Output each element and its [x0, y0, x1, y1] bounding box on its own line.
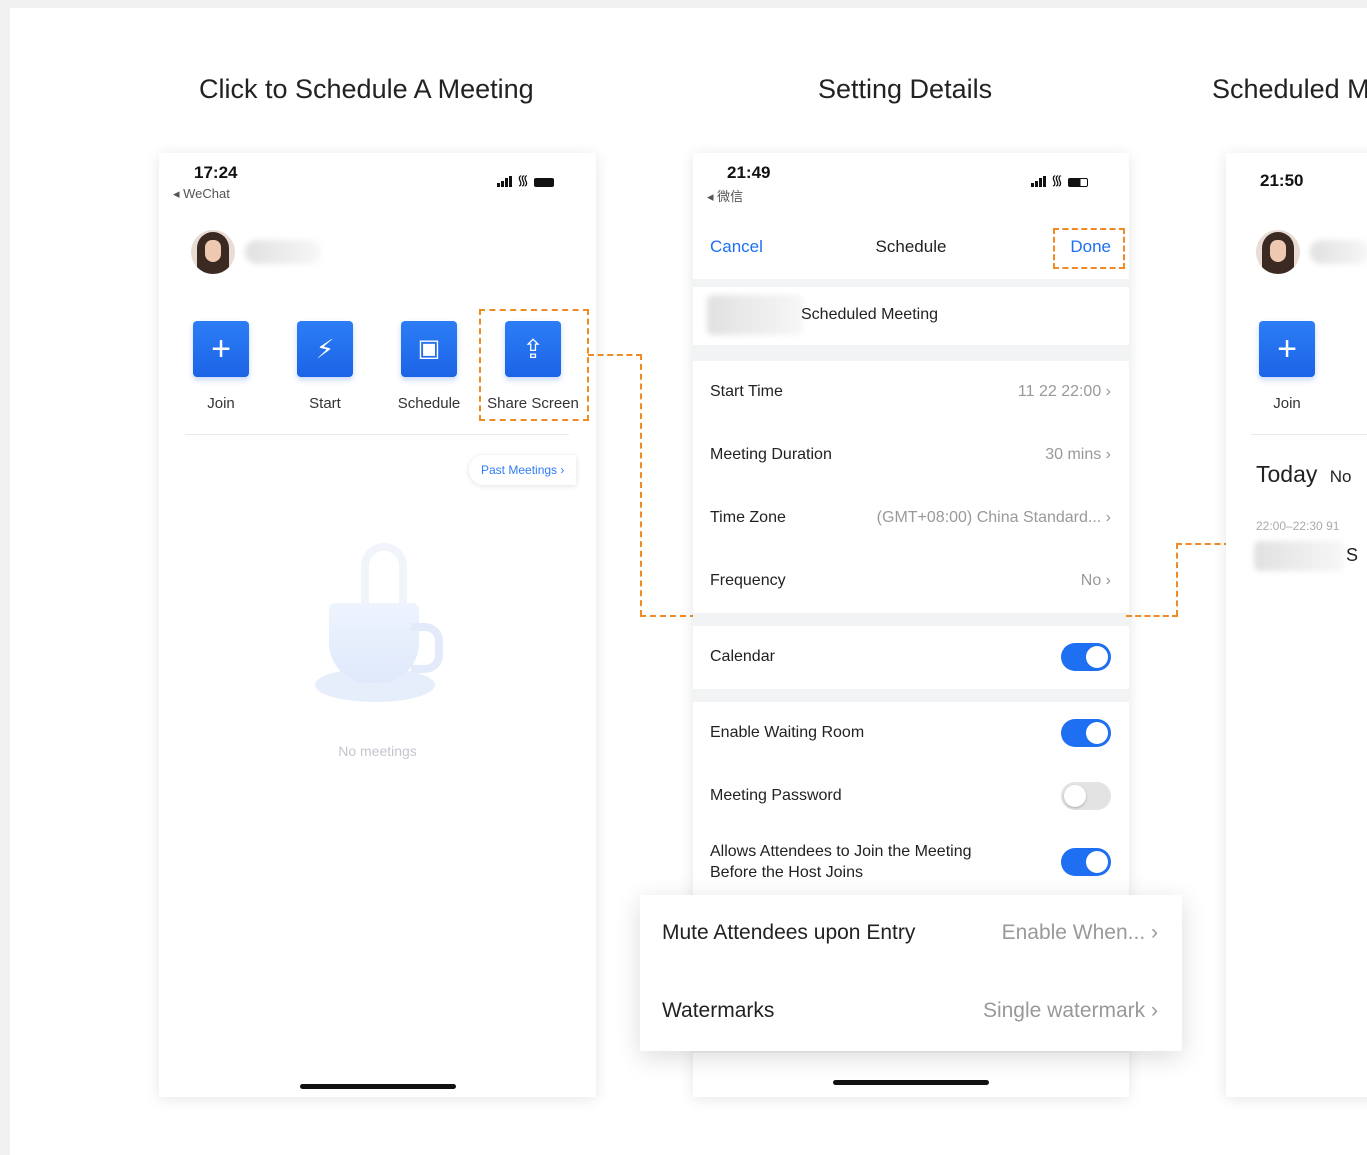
home-indicator [300, 1084, 456, 1089]
connector-line [1176, 543, 1178, 616]
join-label: Join [207, 395, 235, 412]
tutorial-canvas: Click to Schedule A Meeting Setting Deta… [10, 8, 1367, 1155]
meeting-title[interactable]: S [1346, 545, 1358, 566]
row-value: 30 mins › [1045, 446, 1111, 463]
lightning-icon: ⚡ [297, 321, 353, 377]
today-date: No [1329, 467, 1352, 486]
highlight-share-screen [479, 309, 589, 421]
row-label: Start Time [710, 383, 783, 400]
connector-line [640, 354, 642, 616]
highlight-done [1053, 228, 1125, 269]
row-label: Frequency [710, 572, 786, 589]
wifi-icon: ᯾ [1051, 172, 1063, 188]
phone-home-screen: 17:24 ◂ WeChat ᯾ + Join ⚡ Start ▣ Schedu… [159, 153, 596, 1097]
start-button[interactable]: ⚡ Start [273, 321, 377, 412]
start-label: Start [309, 395, 341, 412]
row-label-line-1: Allows Attendees to Join the Meeting [710, 843, 972, 860]
signal-icon [1031, 176, 1046, 187]
join-button[interactable]: + Join [1235, 321, 1339, 412]
today-heading: Today No [1256, 461, 1352, 488]
join-label: Join [1273, 395, 1301, 412]
status-icons: ᯾ [497, 173, 554, 187]
past-meetings-button[interactable]: Past Meetings › [469, 455, 577, 485]
status-time: 21:50 [1260, 171, 1304, 190]
waiting-room-row: Enable Waiting Room [693, 702, 1129, 765]
row-label: Watermarks [662, 999, 775, 1022]
calendar-check-icon: ▣ [401, 321, 457, 377]
row-label: Meeting Password [710, 787, 842, 804]
connector-line [1176, 543, 1230, 545]
frequency-row[interactable]: Frequency No › [693, 550, 1129, 613]
divider [1251, 434, 1367, 435]
status-time: 17:24 [194, 163, 238, 182]
status-time: 21:49 [727, 163, 771, 182]
meeting-password-row: Meeting Password [693, 765, 1129, 828]
waiting-room-toggle[interactable] [1061, 719, 1111, 747]
row-label: Time Zone [710, 509, 786, 526]
start-time-row[interactable]: Start Time 11 22 22:00 › [693, 361, 1129, 424]
calendar-row: Calendar [693, 626, 1129, 689]
step-title-3: Scheduled M [1212, 74, 1367, 104]
row-label: Enable Waiting Room [710, 724, 865, 741]
join-before-host-toggle[interactable] [1061, 848, 1111, 876]
join-before-host-row: Allows Attendees to Join the Meeting Bef… [693, 828, 1129, 898]
meeting-time: 22:00–22:30 91 [1256, 519, 1340, 533]
join-button[interactable]: + Join [169, 321, 273, 412]
plus-icon: + [1259, 321, 1315, 377]
row-value: Enable When... › [1001, 921, 1158, 944]
row-value: (GMT+08:00) China Standard... › [876, 509, 1111, 526]
blurred-username [245, 240, 321, 264]
footer-area [693, 1053, 1129, 1097]
row-value: No › [1080, 572, 1111, 589]
back-to-app-link[interactable]: ◂ 微信 [707, 186, 743, 205]
row-label: Calendar [710, 648, 775, 665]
row-label: Allows Attendees to Join the Meeting Bef… [710, 841, 972, 883]
user-avatar[interactable] [1256, 230, 1300, 274]
watermarks-row[interactable]: Watermarks Single watermark › [640, 973, 1182, 1051]
schedule-label: Schedule [397, 395, 461, 412]
row-value: 11 22 22:00 › [1017, 383, 1111, 400]
meeting-name-text: Scheduled Meeting [801, 306, 938, 323]
today-label: Today [1256, 461, 1318, 487]
plus-icon: + [193, 321, 249, 377]
row-label-line-2: Before the Host Joins [710, 864, 863, 881]
blurred-username [1310, 240, 1367, 264]
connector-line [1126, 615, 1178, 617]
battery-icon [1067, 178, 1088, 187]
wifi-icon: ᯾ [517, 172, 529, 188]
empty-state-text: No meetings [338, 743, 417, 759]
user-avatar[interactable] [191, 230, 235, 274]
status-icons: ᯾ [1031, 173, 1088, 187]
meeting-password-toggle[interactable] [1061, 782, 1111, 810]
settings-popup: Mute Attendees upon Entry Enable When...… [640, 895, 1182, 1051]
mute-attendees-row[interactable]: Mute Attendees upon Entry Enable When...… [640, 895, 1182, 973]
blurred-meeting-title [1254, 541, 1344, 571]
signal-icon [497, 176, 512, 187]
blurred-name-prefix [707, 295, 803, 335]
row-label: Meeting Duration [710, 446, 832, 463]
meeting-name-field[interactable]: Scheduled Meeting [693, 287, 1129, 345]
time-zone-row[interactable]: Time Zone (GMT+08:00) China Standard... … [693, 487, 1129, 550]
schedule-button[interactable]: ▣ Schedule [377, 321, 481, 412]
row-value: Single watermark › [982, 999, 1158, 1022]
divider [185, 434, 569, 435]
battery-icon [533, 178, 554, 187]
row-label: Mute Attendees upon Entry [662, 921, 916, 944]
step-title-1: Click to Schedule A Meeting [199, 74, 534, 104]
calendar-toggle[interactable] [1061, 643, 1111, 671]
home-indicator [833, 1080, 989, 1085]
empty-coffee-cup-illustration [309, 543, 449, 723]
phone-scheduled-list: 21:50 + Join Today No 22:00–22:30 91 S [1226, 153, 1367, 1097]
meeting-duration-row[interactable]: Meeting Duration 30 mins › [693, 424, 1129, 487]
connector-line [640, 615, 696, 617]
back-to-app-link[interactable]: ◂ WeChat [173, 186, 230, 202]
step-title-2: Setting Details [818, 74, 993, 104]
connector-line [588, 354, 642, 356]
